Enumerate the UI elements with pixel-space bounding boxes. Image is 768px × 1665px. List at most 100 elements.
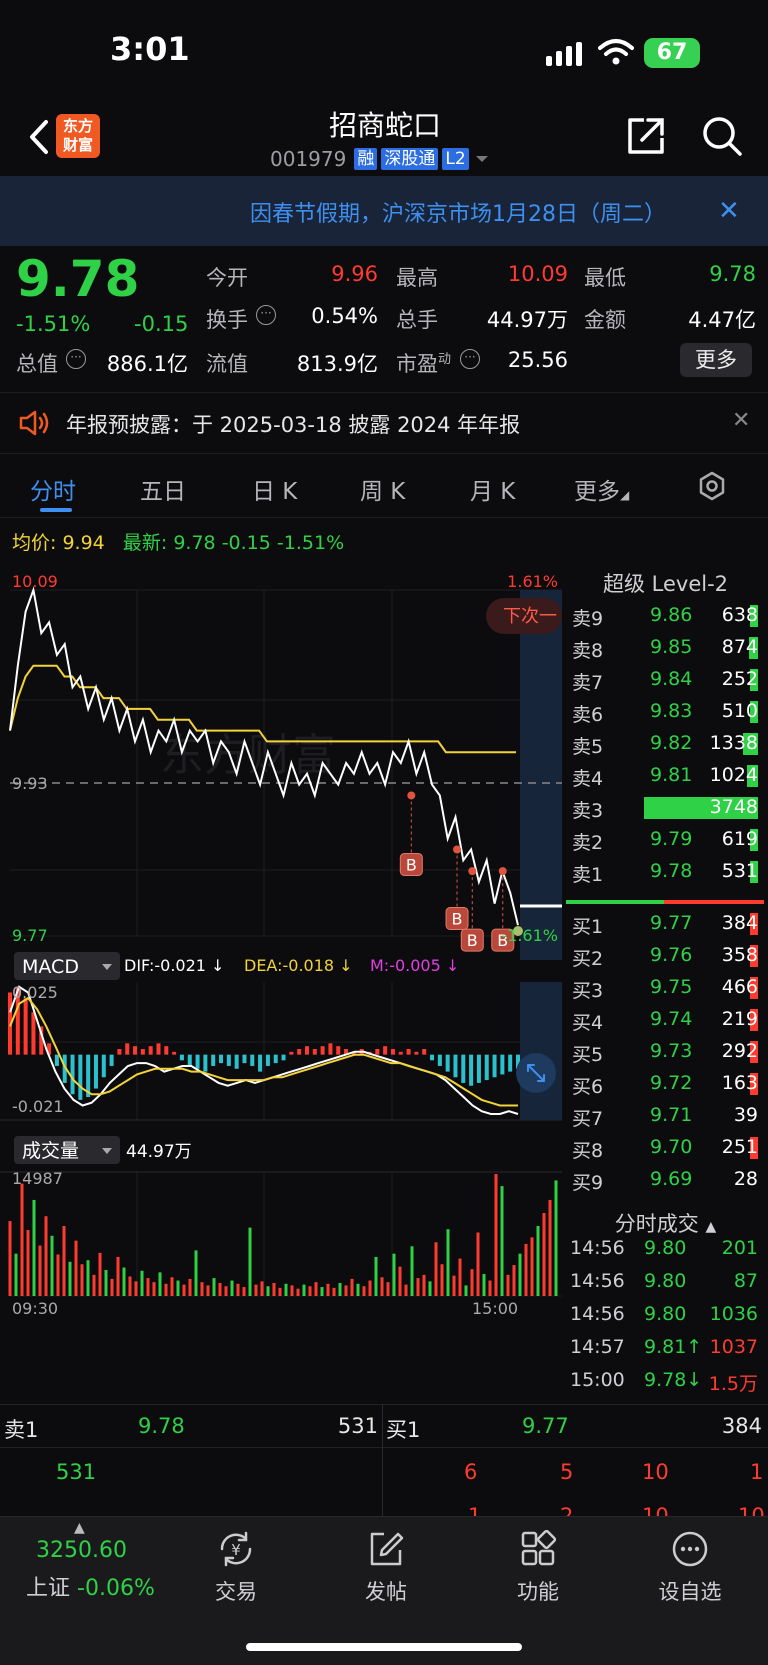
bid-price: 9.74 xyxy=(650,1008,693,1030)
info-icon[interactable]: ··· xyxy=(66,349,86,369)
index-summary[interactable]: 上证 -0.06% xyxy=(26,1570,155,1602)
macd-bar xyxy=(117,1049,122,1055)
macd-bar xyxy=(414,1051,419,1055)
bid-row[interactable]: 买3 9.75 466 xyxy=(570,972,762,1004)
macd-auction-zone xyxy=(520,982,562,1120)
bid-row[interactable]: 买8 9.70 251 xyxy=(570,1132,762,1164)
macd-bar xyxy=(453,1054,458,1078)
price-high-label: 10.09 xyxy=(12,572,58,591)
report-notice-text: 年报预披露：于 2025-03-18 披露 2024 年年报 xyxy=(66,413,521,437)
stock-code: 001979 xyxy=(270,147,347,171)
home-indicator[interactable] xyxy=(246,1643,522,1651)
chevron-up-icon[interactable]: ▲ xyxy=(74,1520,85,1536)
nav-add-watchlist[interactable]: 设自选 xyxy=(630,1530,750,1606)
volume-bar xyxy=(206,1285,210,1296)
close-icon[interactable]: ✕ xyxy=(718,196,740,226)
search-icon[interactable] xyxy=(700,114,744,158)
macd-bar xyxy=(258,1054,263,1072)
volume-bar xyxy=(494,1174,498,1296)
macd-bar xyxy=(422,1049,427,1055)
ask-row[interactable]: 卖7 9.84 252 xyxy=(570,664,762,696)
tick-volume: 87 xyxy=(733,1270,758,1292)
bid-row[interactable]: 买9 9.69 28 xyxy=(570,1164,762,1196)
volume-bar xyxy=(164,1283,168,1296)
tick-time: 14:56 xyxy=(570,1270,625,1292)
best-quote-row xyxy=(0,1404,768,1448)
volume-bar xyxy=(200,1282,204,1296)
bid-row[interactable]: 买5 9.73 292 xyxy=(570,1036,762,1068)
info-icon[interactable]: ··· xyxy=(256,305,276,325)
tick-price: 9.78↓ xyxy=(644,1369,703,1391)
float-cap-label: 流值 xyxy=(206,352,248,376)
buy-queue-item: 6 xyxy=(464,1460,478,1484)
volume-bar xyxy=(338,1282,342,1296)
tab-intraday[interactable]: 分时 xyxy=(30,472,76,506)
macd-bar xyxy=(508,1054,513,1072)
tab-five-day[interactable]: 五日 xyxy=(140,472,186,506)
level2-title[interactable]: 超级 Level-2 xyxy=(563,568,768,598)
bid-row[interactable]: 买2 9.76 358 xyxy=(570,940,762,972)
best-quote-divider xyxy=(382,1404,383,1516)
ask-price: 9.78 xyxy=(650,860,693,882)
volume-bar xyxy=(554,1180,558,1296)
change-percent: -1.51% xyxy=(16,312,91,336)
ask-label: 卖2 xyxy=(572,832,604,854)
m-value: M:-0.005 ↓ xyxy=(370,956,459,975)
ask-volume: 874 xyxy=(721,636,758,658)
macd-bar xyxy=(289,1051,294,1055)
change-amount: -0.15 xyxy=(134,312,189,336)
bid-label: 买6 xyxy=(572,1076,604,1098)
macd-bar xyxy=(101,1054,106,1078)
bid-row[interactable]: 买4 9.74 219 xyxy=(570,1004,762,1036)
bid-price: 9.72 xyxy=(650,1072,693,1094)
high-value: 10.09 xyxy=(507,262,568,286)
ask-row[interactable]: 卖9 9.86 638 xyxy=(570,600,762,632)
more-button[interactable]: 更多 xyxy=(680,343,752,377)
ask-volume: 3748 xyxy=(709,796,758,818)
intraday-chart[interactable]: 东方财富 BBB B 10.09 9.93 9.77 1.61% -1.61% 下… xyxy=(0,560,562,1320)
bid-row[interactable]: 买6 9.72 163 xyxy=(570,1068,762,1100)
macd-bar xyxy=(398,1051,403,1055)
stock-code-row[interactable]: 001979 融 深股通 L2 xyxy=(270,146,491,172)
index-value[interactable]: 3250.60 xyxy=(36,1538,127,1563)
bid-label: 买2 xyxy=(572,948,604,970)
volume-bar xyxy=(458,1258,462,1296)
ask-row[interactable]: 卖2 9.79 619 xyxy=(570,824,762,856)
nav-trade[interactable]: ¥ 交易 xyxy=(176,1530,296,1606)
ask-row[interactable]: 卖6 9.83 510 xyxy=(570,696,762,728)
macd-bar xyxy=(383,1046,388,1055)
last-price: 9.78 xyxy=(16,250,140,308)
marker-dot xyxy=(468,867,477,876)
back-arrow-icon[interactable] xyxy=(20,112,60,162)
bid-row[interactable]: 买7 9.71 39 xyxy=(570,1100,762,1132)
tab-monthly-k[interactable]: 月 K xyxy=(470,472,515,506)
ask-row[interactable]: 卖8 9.85 874 xyxy=(570,632,762,664)
tick-price: 9.80 xyxy=(644,1237,687,1259)
bid-volume: 358 xyxy=(721,944,758,966)
settings-icon[interactable] xyxy=(696,470,728,502)
nav-functions[interactable]: 功能 xyxy=(478,1529,598,1606)
macd-bar xyxy=(500,1054,505,1075)
macd-bar xyxy=(328,1043,333,1055)
share-icon[interactable] xyxy=(624,114,668,158)
macd-bar xyxy=(273,1054,278,1064)
tab-weekly-k[interactable]: 周 K xyxy=(360,472,405,506)
tab-more[interactable]: 更多◢ xyxy=(574,472,629,506)
tab-daily-k[interactable]: 日 K xyxy=(252,472,297,506)
volume-bar xyxy=(542,1212,546,1296)
pe-value: 25.56 xyxy=(507,348,568,372)
buy-marker-label: B xyxy=(467,931,478,950)
close-icon[interactable]: ✕ xyxy=(732,408,750,433)
ask-label: 卖8 xyxy=(572,640,604,662)
ask-row[interactable]: 卖4 9.81 1024 xyxy=(570,760,762,792)
volume-total: 44.97万 xyxy=(126,1142,192,1162)
volume-bar xyxy=(188,1278,192,1296)
bid-label: 买1 xyxy=(572,916,604,938)
ask-row[interactable]: 卖1 9.78 531 xyxy=(570,856,762,888)
ask-row[interactable]: 卖3 9.80 3748 xyxy=(570,792,762,824)
nav-post[interactable]: 发帖 xyxy=(326,1530,446,1606)
bid-row[interactable]: 买1 9.77 384 xyxy=(570,908,762,940)
info-icon[interactable]: ··· xyxy=(460,349,480,369)
ask-row[interactable]: 卖5 9.82 1338 xyxy=(570,728,762,760)
macd-bar xyxy=(461,1054,466,1083)
